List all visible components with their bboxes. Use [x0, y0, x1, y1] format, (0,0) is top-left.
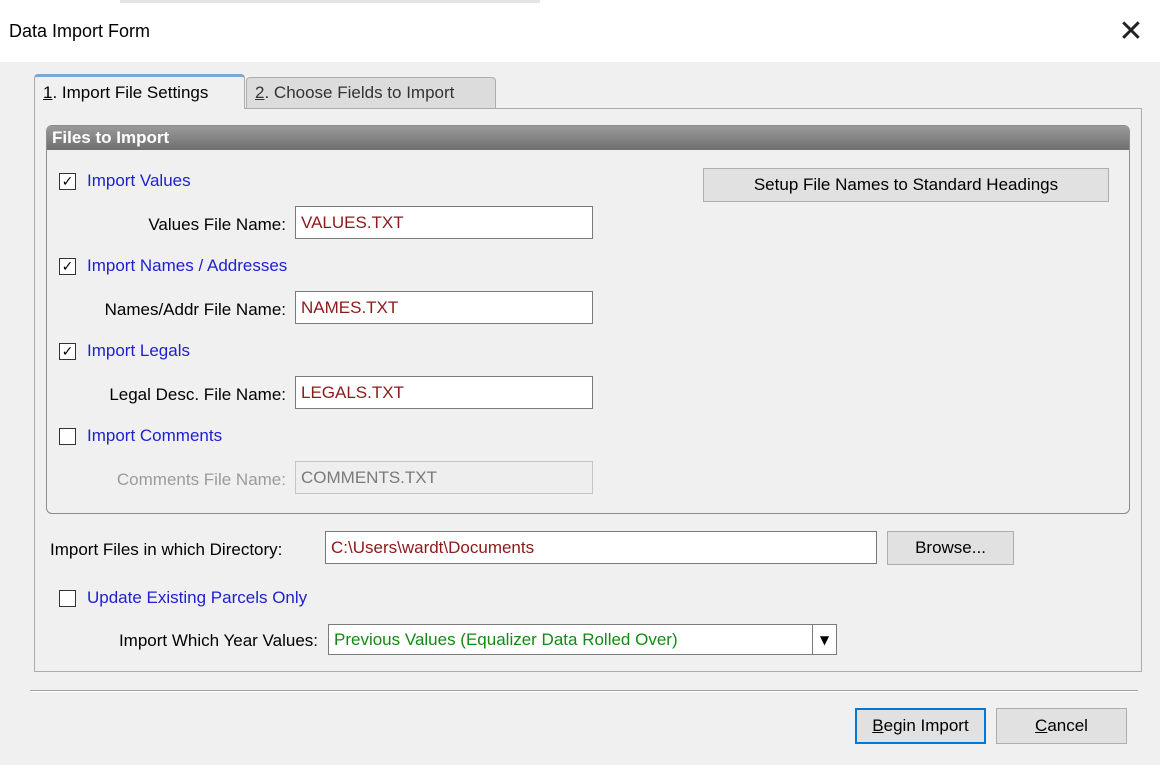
year-values-selected: Previous Values (Equalizer Data Rolled O… [334, 629, 678, 649]
legal-desc-file-name-label: Legal Desc. File Name: [109, 385, 286, 404]
begin-import-button[interactable]: Begin Import [855, 708, 986, 744]
names-file-name-label: Names/Addr File Name: [104, 300, 286, 319]
update-existing-checkbox[interactable] [59, 590, 76, 607]
cancel-button[interactable]: Cancel [996, 708, 1127, 744]
chevron-down-icon[interactable]: ▼ [812, 625, 836, 654]
group-header: Files to Import [47, 126, 1129, 150]
tab-label: . Import File Settings [52, 83, 209, 102]
directory-label: Import Files in which Directory: [50, 540, 283, 559]
browse-button[interactable]: Browse... [887, 531, 1014, 565]
legal-desc-file-name-input[interactable]: LEGALS.TXT [295, 376, 593, 409]
import-values-checkbox[interactable]: ✓ [59, 173, 76, 190]
title-bar: Data Import Form ✕ [0, 0, 1160, 62]
tab-mnemonic: 2 [255, 83, 265, 102]
import-legals-label[interactable]: Import Legals [87, 341, 190, 361]
year-values-label: Import Which Year Values: [118, 631, 318, 650]
button-mnemonic: C [1035, 716, 1048, 735]
tab-choose-fields[interactable]: 2. Choose Fields to Import [246, 77, 496, 108]
values-file-name-input[interactable]: VALUES.TXT [295, 206, 593, 239]
import-values-label[interactable]: Import Values [87, 171, 191, 191]
button-mnemonic: B [872, 716, 884, 735]
window-title: Data Import Form [9, 21, 151, 41]
update-existing-label[interactable]: Update Existing Parcels Only [87, 588, 307, 608]
tab-mnemonic: 1 [43, 83, 53, 102]
directory-input[interactable]: C:\Users\wardt\Documents [325, 531, 877, 564]
names-file-name-input[interactable]: NAMES.TXT [295, 291, 593, 324]
comments-file-name-label: Comments File Name: [116, 470, 286, 489]
import-names-checkbox[interactable]: ✓ [59, 258, 76, 275]
setup-file-names-button[interactable]: Setup File Names to Standard Headings [703, 168, 1109, 202]
footer-separator [30, 690, 1138, 692]
close-icon[interactable]: ✕ [1102, 0, 1160, 62]
import-comments-label[interactable]: Import Comments [87, 426, 222, 446]
tab-label: . Choose Fields to Import [264, 83, 455, 102]
import-legals-checkbox[interactable]: ✓ [59, 343, 76, 360]
values-file-name-label: Values File Name: [148, 215, 286, 234]
comments-file-name-input: COMMENTS.TXT [295, 461, 593, 494]
background-strip [120, 0, 540, 3]
import-names-label[interactable]: Import Names / Addresses [87, 256, 287, 276]
button-label: egin Import [883, 716, 969, 735]
year-values-select[interactable]: Previous Values (Equalizer Data Rolled O… [328, 624, 837, 655]
import-comments-checkbox[interactable] [59, 428, 76, 445]
button-label: ancel [1047, 716, 1088, 735]
tab-import-file-settings[interactable]: 1. Import File Settings [34, 74, 245, 109]
